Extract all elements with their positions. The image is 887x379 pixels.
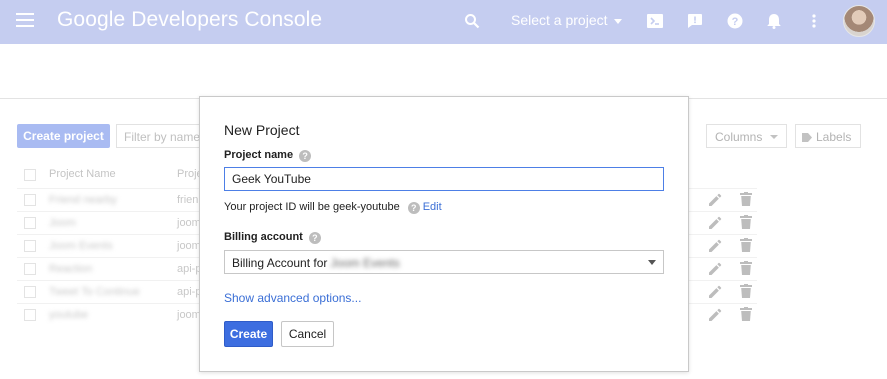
row-checkbox[interactable] <box>24 217 36 229</box>
tag-icon <box>802 133 812 142</box>
project-id: joom <box>177 309 201 321</box>
project-id: frien <box>177 194 199 206</box>
project-name-input[interactable] <box>224 167 664 191</box>
labels-label: Labels <box>816 130 852 144</box>
edit-icon[interactable] <box>709 193 722 206</box>
columns-label: Columns <box>715 130 763 144</box>
trash-icon[interactable] <box>740 238 752 252</box>
trash-icon[interactable] <box>740 215 752 229</box>
chevron-down-icon <box>648 260 656 265</box>
project-id: joom <box>177 217 201 229</box>
project-id: joom <box>177 240 201 252</box>
help-icon[interactable]: ? <box>407 202 420 214</box>
chevron-down-icon <box>770 135 778 139</box>
help-icon[interactable]: ? <box>725 11 745 31</box>
project-name-label-text: Project name <box>224 149 294 161</box>
create-button[interactable]: Create <box>224 321 273 347</box>
project-name[interactable]: youtube <box>49 309 88 321</box>
edit-icon[interactable] <box>709 308 722 321</box>
row-checkbox[interactable] <box>24 286 36 298</box>
billing-select-text: Billing Account for <box>232 256 328 270</box>
trash-icon[interactable] <box>740 192 752 206</box>
feedback-icon[interactable] <box>685 11 705 31</box>
sub-toolbar <box>0 44 887 99</box>
project-id-hint: Your project ID will be geek-youtube? Edi… <box>224 201 442 214</box>
column-header-name[interactable]: Project Name <box>49 168 116 180</box>
select-project-label: Select a project <box>511 12 608 28</box>
cloud-shell-icon[interactable] <box>645 11 665 31</box>
app-bar: Google Developers Console Select a proje… <box>0 0 887 44</box>
new-project-dialog: New Project Project name? Your project I… <box>199 96 689 372</box>
trash-icon[interactable] <box>740 307 752 321</box>
columns-button[interactable]: Columns <box>706 124 787 148</box>
help-icon[interactable]: ? <box>299 150 312 162</box>
project-name[interactable]: Reaction <box>49 263 92 275</box>
more-vert-icon[interactable] <box>804 11 824 31</box>
chevron-down-icon <box>613 18 622 24</box>
trash-icon[interactable] <box>740 284 752 298</box>
select-project-dropdown[interactable]: Select a project <box>511 12 622 28</box>
row-checkbox[interactable] <box>24 194 36 206</box>
row-checkbox[interactable] <box>24 309 36 321</box>
project-name[interactable]: Tweet To Continue <box>49 286 140 298</box>
row-checkbox[interactable] <box>24 263 36 275</box>
dialog-title: New Project <box>224 122 300 138</box>
billing-account-label-text: Billing account <box>224 231 303 243</box>
row-checkbox[interactable] <box>24 240 36 252</box>
edit-icon[interactable] <box>709 216 722 229</box>
project-id-text: Your project ID will be geek-youtube <box>224 201 400 213</box>
select-all-checkbox[interactable] <box>24 169 36 181</box>
help-icon[interactable]: ? <box>308 232 321 244</box>
avatar[interactable] <box>843 5 875 37</box>
edit-icon[interactable] <box>709 285 722 298</box>
edit-project-id-link[interactable]: Edit <box>423 201 442 213</box>
project-name[interactable]: Joom Events <box>49 240 113 252</box>
hamburger-menu-icon[interactable] <box>16 13 34 27</box>
project-name-label: Project name? <box>224 149 312 162</box>
edit-icon[interactable] <box>709 262 722 275</box>
project-name[interactable]: Friend nearby <box>49 194 117 206</box>
billing-account-name: Joom Events <box>330 256 400 270</box>
create-project-button[interactable]: Create project <box>17 124 110 148</box>
project-name[interactable]: Joom <box>49 217 76 229</box>
notifications-icon[interactable] <box>764 11 784 31</box>
cancel-button[interactable]: Cancel <box>281 321 334 347</box>
project-id: api-p <box>177 286 202 298</box>
svg-text:?: ? <box>732 16 739 28</box>
search-icon[interactable] <box>462 11 482 31</box>
app-title[interactable]: Google Developers Console <box>57 8 322 32</box>
show-advanced-options-link[interactable]: Show advanced options... <box>224 291 361 305</box>
project-id: api-p <box>177 263 202 275</box>
trash-icon[interactable] <box>740 261 752 275</box>
billing-account-label: Billing account? <box>224 231 321 244</box>
filter-input[interactable]: Filter by name <box>116 124 202 148</box>
edit-icon[interactable] <box>709 239 722 252</box>
labels-button[interactable]: Labels <box>795 124 861 148</box>
billing-account-select[interactable]: Billing Account for Joom Events <box>224 250 664 274</box>
